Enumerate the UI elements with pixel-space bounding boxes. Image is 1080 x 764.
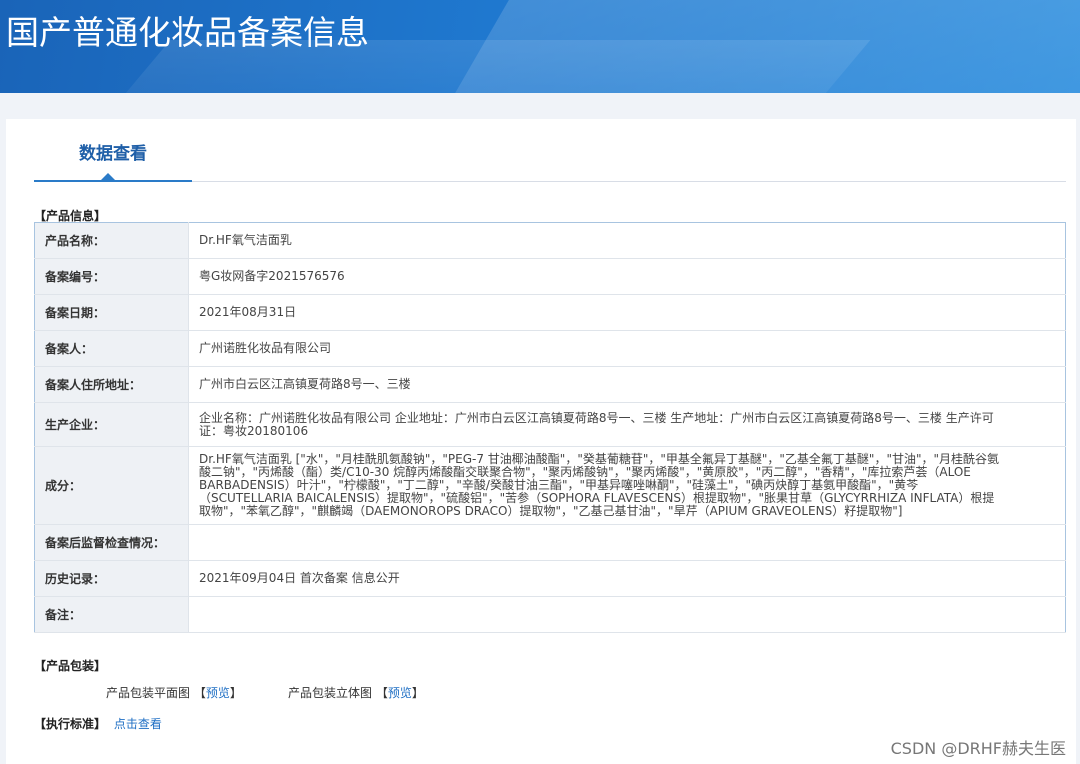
bracket-open: 【 <box>375 686 388 700</box>
standard-view-link[interactable]: 点击查看 <box>114 717 162 731</box>
manufacturer-value: 企业名称：广州诺胜化妆品有限公司 企业地址：广州市白云区江高镇夏荷路8号一、三楼… <box>188 402 1066 447</box>
row-label: 备案日期： <box>34 294 189 331</box>
row-label: 备案人： <box>34 330 189 367</box>
table-row: 备案人： 广州诺胜化妆品有限公司 <box>34 330 1066 367</box>
table-row: 历史记录： 2021年09月04日 首次备案 信息公开 <box>34 560 1066 597</box>
standard-section-title: 【执行标准】 <box>34 717 107 731</box>
packaging-solid-label: 产品包装立体图 <box>288 686 373 700</box>
product-name-value: Dr.HF氧气洁面乳 <box>188 222 1066 259</box>
table-row: 备注： <box>34 596 1066 633</box>
bracket-close: 】 <box>411 686 424 700</box>
tab-data-view-label: 数据查看 <box>79 144 147 164</box>
bracket-open: 【 <box>193 686 206 700</box>
active-tab-indicator <box>101 173 115 180</box>
table-row: 备案后监督检查情况： <box>34 524 1066 561</box>
table-row: 产品名称： Dr.HF氧气洁面乳 <box>34 222 1066 259</box>
row-label: 备注： <box>34 596 189 633</box>
standard-row: 【执行标准】 点击查看 <box>34 715 162 732</box>
packaging-flat-item: 产品包装平面图 【预览】 <box>106 684 242 701</box>
supervision-value <box>188 524 1066 561</box>
row-label: 备案后监督检查情况： <box>34 524 189 561</box>
ingredients-value: Dr.HF氧气洁面乳 ["水"，"月桂酰肌氨酸钠"，"PEG-7 甘油椰油酸酯"… <box>188 446 1066 525</box>
registrant-value: 广州诺胜化妆品有限公司 <box>188 330 1066 367</box>
packaging-flat-preview-link[interactable]: 预览 <box>206 686 230 700</box>
table-row: 生产企业： 企业名称：广州诺胜化妆品有限公司 企业地址：广州市白云区江高镇夏荷路… <box>34 402 1066 447</box>
row-label: 备案编号： <box>34 258 189 295</box>
table-row: 成分： Dr.HF氧气洁面乳 ["水"，"月桂酰肌氨酸钠"，"PEG-7 甘油椰… <box>34 446 1066 525</box>
product-info-table: 产品名称： Dr.HF氧气洁面乳 备案编号： 粤G妆网备字2021576576 … <box>34 222 1066 633</box>
packaging-solid-preview-link[interactable]: 预览 <box>388 686 412 700</box>
packaging-solid-item: 产品包装立体图 【预览】 <box>288 684 424 701</box>
registrant-address-value: 广州市白云区江高镇夏荷路8号一、三楼 <box>188 366 1066 403</box>
table-row: 备案日期： 2021年08月31日 <box>34 294 1066 331</box>
watermark: CSDN @DRHF赫夫生医 <box>890 739 1066 758</box>
table-row: 备案编号： 粤G妆网备字2021576576 <box>34 258 1066 295</box>
tab-bar: 数据查看 <box>34 133 1066 182</box>
row-label: 备案人住所地址： <box>34 366 189 403</box>
row-label: 历史记录： <box>34 560 189 597</box>
header-banner: 国产普通化妆品备案信息 <box>0 0 1080 93</box>
packaging-section-title: 【产品包装】 <box>34 659 107 673</box>
row-label: 成分： <box>34 446 189 525</box>
row-label: 产品名称： <box>34 222 189 259</box>
row-label: 生产企业： <box>34 402 189 447</box>
content-panel: 数据查看 【产品信息】 产品名称： Dr.HF氧气洁面乳 备案编号： 粤G妆网备… <box>6 119 1076 764</box>
bracket-close: 】 <box>229 686 242 700</box>
remarks-value <box>188 596 1066 633</box>
packaging-flat-label: 产品包装平面图 <box>106 686 191 700</box>
history-value: 2021年09月04日 首次备案 信息公开 <box>188 560 1066 597</box>
table-row: 备案人住所地址： 广州市白云区江高镇夏荷路8号一、三楼 <box>34 366 1066 403</box>
registration-date-value: 2021年08月31日 <box>188 294 1066 331</box>
tab-data-view[interactable]: 数据查看 <box>34 133 192 182</box>
page-title: 国产普通化妆品备案信息 <box>6 13 369 52</box>
registration-number-value: 粤G妆网备字2021576576 <box>188 258 1066 295</box>
